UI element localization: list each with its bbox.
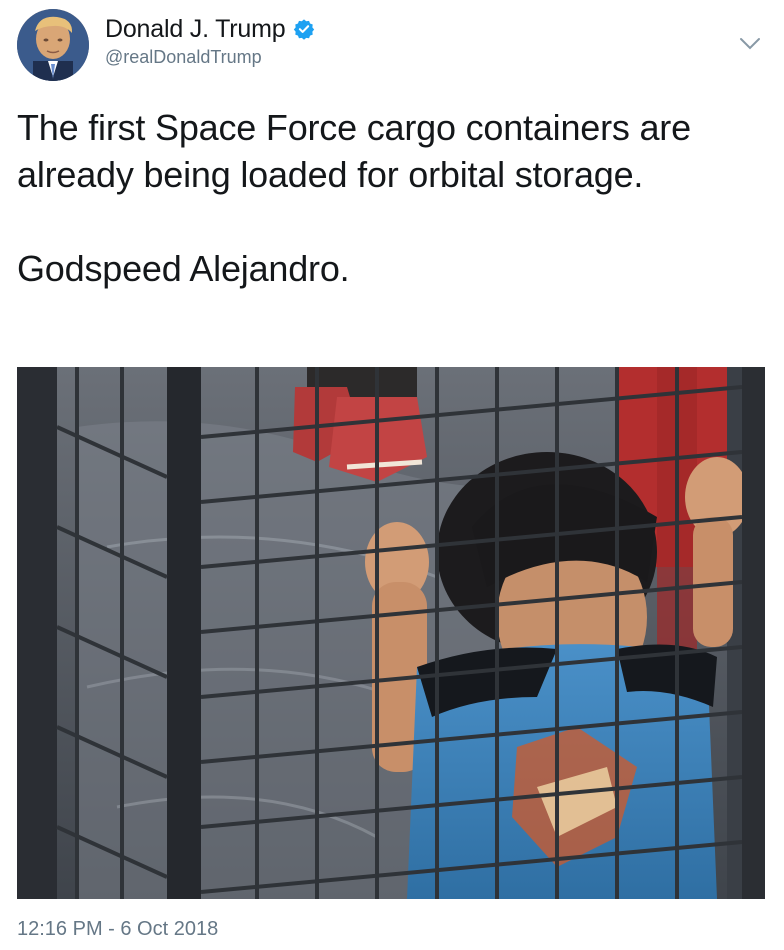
display-name[interactable]: Donald J. Trump bbox=[105, 15, 286, 44]
tweet-timestamp[interactable]: 12:16 PM - 6 Oct 2018 bbox=[17, 918, 218, 941]
display-name-row: Donald J. Trump bbox=[105, 13, 315, 45]
tweet-card: Donald J. Trump @realDonaldTrump The fir… bbox=[0, 0, 784, 950]
avatar-image bbox=[17, 9, 89, 81]
tweet-text-line-1: The first Space Force cargo containers a… bbox=[17, 107, 691, 195]
author-names: Donald J. Trump @realDonaldTrump bbox=[105, 13, 315, 68]
verified-badge-icon bbox=[293, 18, 315, 40]
tweet-photo[interactable] bbox=[17, 367, 765, 899]
tweet-header: Donald J. Trump @realDonaldTrump bbox=[17, 9, 767, 81]
tweet-text: The first Space Force cargo containers a… bbox=[17, 104, 757, 292]
chevron-down-icon[interactable] bbox=[739, 37, 761, 51]
child-behind-wire-fence-photo bbox=[17, 367, 765, 899]
tweet-text-line-2: Godspeed Alejandro. bbox=[17, 248, 350, 289]
avatar[interactable] bbox=[17, 9, 89, 81]
author-handle[interactable]: @realDonaldTrump bbox=[105, 47, 315, 68]
